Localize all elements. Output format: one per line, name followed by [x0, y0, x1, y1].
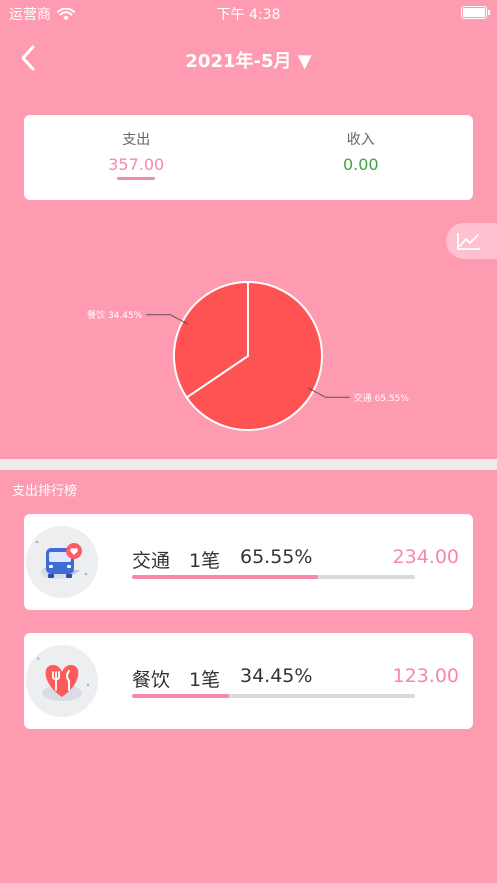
category-name: 餐饮 — [132, 669, 171, 691]
income-label: 收入 — [346, 132, 375, 148]
category-percent: 34.45% — [240, 665, 313, 687]
summary-card: 支出 357.00 收入 0.00 — [24, 115, 473, 200]
income-tab[interactable]: 收入 0.00 — [249, 115, 474, 200]
transaction-count: 1笔 — [189, 669, 221, 691]
dining-icon — [26, 645, 98, 717]
expense-total: 357.00 — [108, 155, 165, 174]
pie-label: 交通 65.55% — [354, 392, 410, 404]
ranking-item-dining[interactable]: 餐饮 1笔 34.45% 123.00 — [24, 633, 473, 729]
status-bar: 运营商 下午 4:38 — [0, 0, 497, 26]
expense-label: 支出 — [122, 132, 151, 148]
battery-icon — [461, 6, 490, 19]
status-time: 下午 4:38 — [216, 7, 281, 23]
category-amount: 123.00 — [392, 665, 459, 687]
progress-bar-fill — [132, 575, 318, 579]
progress-bar-fill — [132, 694, 230, 698]
transaction-count: 1笔 — [189, 550, 221, 572]
expense-tab[interactable]: 支出 357.00 — [24, 115, 249, 200]
month-selector[interactable]: 2021年-5月 ▼ — [0, 47, 497, 73]
active-tab-indicator — [117, 177, 156, 180]
expense-pie-chart: 交通 65.55% 餐饮 34.45% — [87, 280, 410, 431]
pie-label: 餐饮 34.45% — [87, 309, 143, 321]
ranking-item-transport[interactable]: 交通 1笔 65.55% 234.00 — [24, 514, 473, 610]
category-amount: 234.00 — [392, 546, 459, 568]
progress-bar — [132, 575, 415, 579]
progress-bar — [132, 694, 415, 698]
section-title: 支出排行榜 — [12, 484, 78, 499]
income-total: 0.00 — [342, 155, 379, 174]
section-divider — [0, 459, 497, 470]
bus-icon — [26, 526, 98, 598]
category-name: 交通 — [132, 550, 171, 572]
category-percent: 65.55% — [240, 546, 313, 568]
